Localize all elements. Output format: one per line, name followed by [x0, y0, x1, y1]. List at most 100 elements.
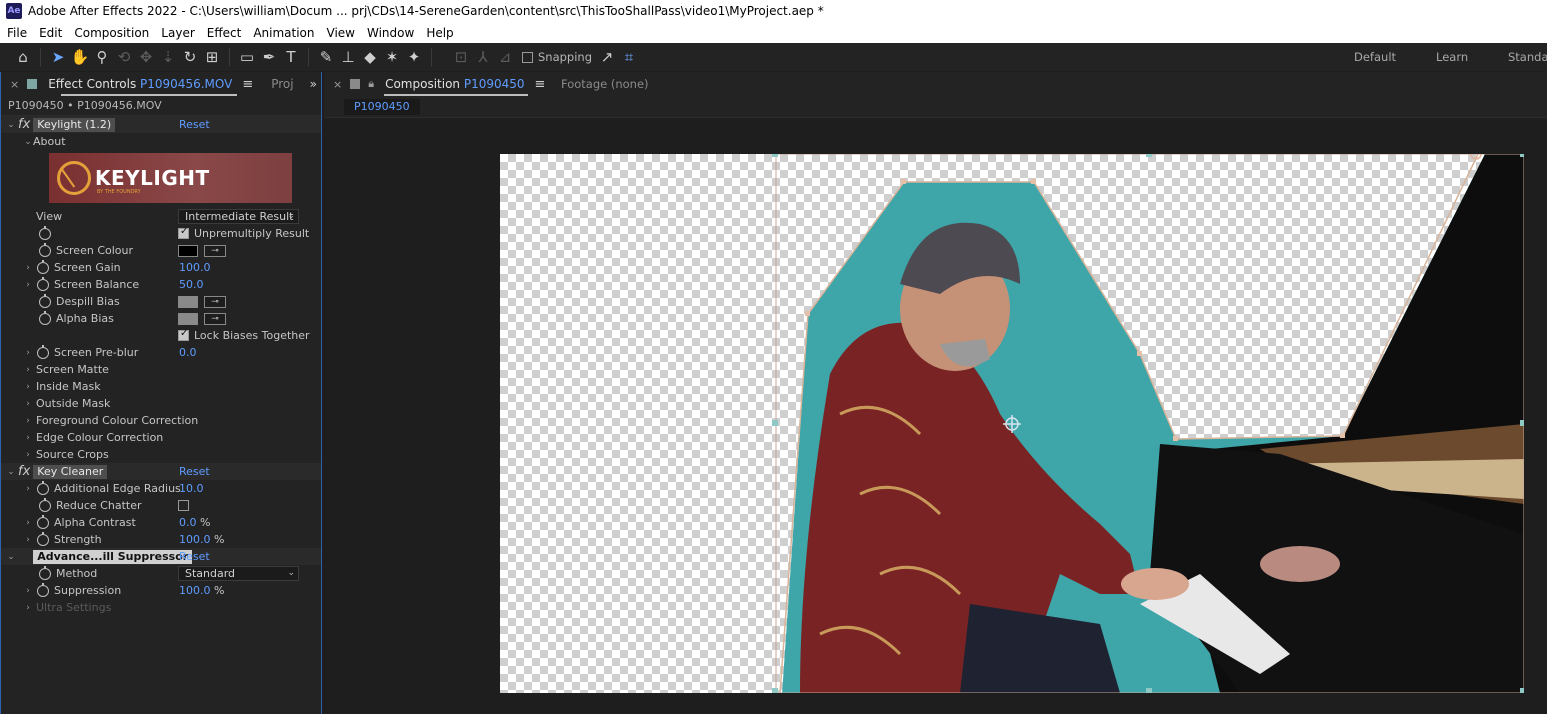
reduce-chatter-checkbox-field[interactable]	[178, 500, 194, 511]
stopwatch-icon[interactable]	[37, 531, 49, 546]
menu-edit[interactable]: Edit	[33, 26, 68, 40]
mask-vertex[interactable]	[1340, 433, 1345, 438]
stopwatch-icon[interactable]	[37, 259, 49, 274]
composition-viewer[interactable]	[500, 154, 1524, 693]
menu-help[interactable]: Help	[420, 26, 459, 40]
reduce-chatter-checkbox[interactable]	[178, 500, 189, 511]
rotation-tool-icon[interactable]: ↻	[179, 46, 201, 68]
view-axis-icon[interactable]: ⊿	[494, 46, 516, 68]
screen-gain-value[interactable]: 100.0	[179, 261, 211, 274]
alpha-bias-swatch[interactable]	[178, 312, 198, 325]
alpha-contrast-value[interactable]: 0.0	[179, 516, 197, 529]
fx-toggle-icon[interactable]: fx	[18, 464, 30, 479]
menu-layer[interactable]: Layer	[155, 26, 200, 40]
strength-value[interactable]: 100.0	[179, 533, 211, 546]
orbit-camera-icon[interactable]: ⟲	[113, 46, 135, 68]
roto-brush-tool-icon[interactable]: ✶	[381, 46, 403, 68]
expand-chevron-icon[interactable]: ›	[23, 433, 33, 443]
expand-chevron-icon[interactable]: ›	[23, 535, 33, 545]
stopwatch-icon[interactable]	[37, 344, 49, 359]
close-tab-icon[interactable]: ×	[333, 78, 342, 91]
layer-handle-middle-left[interactable]	[772, 420, 778, 426]
fx-toggle-icon[interactable]: fx	[18, 117, 30, 132]
screen-colour-swatch[interactable]	[178, 244, 198, 257]
additional-edge-radius-value[interactable]: 10.0	[179, 482, 204, 495]
tab-effect-controls[interactable]: Effect Controls P1090456.MOV	[48, 77, 232, 91]
group-screen-matte[interactable]: › Screen Matte	[1, 361, 321, 378]
group-edge-colour-correction[interactable]: › Edge Colour Correction	[1, 429, 321, 446]
workspace-default[interactable]: Default	[1354, 43, 1396, 71]
collapse-chevron-icon[interactable]: ⌄	[6, 552, 16, 562]
stopwatch-icon[interactable]	[39, 497, 51, 512]
eyedropper-icon[interactable]: ⊸	[204, 244, 226, 257]
view-dropdown[interactable]: Intermediate Result ⌄	[178, 209, 299, 224]
mask-vertex[interactable]	[805, 311, 810, 316]
layer-handle-top-left[interactable]	[772, 154, 778, 157]
expand-chevron-icon[interactable]: ›	[23, 450, 33, 460]
mask-vertex[interactable]	[1173, 436, 1178, 441]
strength-value-field[interactable]: 100.0 %	[179, 533, 224, 546]
layer-handle-top-right[interactable]	[1520, 154, 1524, 157]
reset-spill-suppressor-button[interactable]: Reset	[179, 550, 210, 563]
group-source-crops[interactable]: › Source Crops	[1, 446, 321, 463]
comp-breadcrumb-chip[interactable]: P1090450	[344, 98, 420, 115]
alpha-contrast-value-field[interactable]: 0.0 %	[179, 516, 210, 529]
workspace-learn[interactable]: Learn	[1436, 43, 1468, 71]
suppression-value[interactable]: 100.0	[179, 584, 211, 597]
workspace-standard[interactable]: Standar	[1508, 43, 1547, 71]
mask-vertex[interactable]	[1031, 179, 1036, 184]
stopwatch-icon[interactable]	[37, 276, 49, 291]
unpremultiply-checkbox-field[interactable]: Unpremultiply Result	[178, 226, 309, 240]
layer-handle-bottom-center[interactable]	[1146, 688, 1152, 693]
suppression-value-field[interactable]: 100.0 %	[179, 584, 224, 597]
stopwatch-icon[interactable]	[37, 582, 49, 597]
pan-behind-tool-icon[interactable]: ⊞	[201, 46, 223, 68]
menu-composition[interactable]: Composition	[68, 26, 155, 40]
mask-vertex[interactable]	[901, 179, 906, 184]
puppet-pin-tool-icon[interactable]: ✦	[403, 46, 425, 68]
snap-edge-icon[interactable]: ↗	[596, 46, 618, 68]
rectangle-tool-icon[interactable]: ▭	[236, 46, 258, 68]
stopwatch-icon[interactable]	[37, 514, 49, 529]
home-icon[interactable]: ⌂	[12, 46, 34, 68]
expand-chevron-icon[interactable]: ›	[23, 586, 33, 596]
expand-chevron-icon[interactable]: ›	[23, 348, 33, 358]
expand-chevron-icon[interactable]: ›	[23, 484, 33, 494]
lock-biases-checkbox[interactable]	[178, 328, 189, 341]
stopwatch-icon[interactable]	[39, 225, 51, 240]
screen-preblur-value[interactable]: 0.0	[179, 346, 197, 359]
expand-chevron-icon[interactable]: ›	[23, 365, 33, 375]
close-tab-icon[interactable]: ×	[10, 78, 19, 91]
menu-view[interactable]: View	[321, 26, 361, 40]
effect-header-spill-suppressor[interactable]: ⌄ fx Advance...ill Suppressor Reset	[1, 548, 321, 565]
despill-bias-swatch[interactable]	[178, 295, 198, 308]
pan-camera-icon[interactable]: ✥	[135, 46, 157, 68]
brush-tool-icon[interactable]: ✎	[315, 46, 337, 68]
panel-menu-icon[interactable]: ≡	[535, 77, 546, 92]
more-tabs-chevron-icon[interactable]: »	[310, 77, 317, 91]
tab-footage[interactable]: Footage (none)	[561, 77, 649, 91]
menu-animation[interactable]: Animation	[247, 26, 320, 40]
hand-tool-icon[interactable]: ✋	[69, 46, 91, 68]
tab-project[interactable]: Proj	[271, 77, 293, 91]
local-axis-icon[interactable]: ⊡	[450, 46, 472, 68]
eyedropper-icon[interactable]: ⊸	[204, 295, 226, 308]
about-group[interactable]: ⌄ About	[1, 133, 321, 150]
stopwatch-icon[interactable]	[39, 293, 51, 308]
layer-handle-bottom-left[interactable]	[772, 688, 778, 693]
expand-chevron-icon[interactable]: ›	[23, 518, 33, 528]
group-ultra-settings[interactable]: › Ultra Settings	[1, 599, 321, 616]
dolly-camera-icon[interactable]: ⇣	[157, 46, 179, 68]
collapse-chevron-icon[interactable]: ⌄	[6, 120, 16, 130]
eyedropper-icon[interactable]: ⊸	[204, 312, 226, 325]
expand-chevron-icon[interactable]: ›	[23, 280, 33, 290]
expand-chevron-icon[interactable]: ›	[23, 416, 33, 426]
expand-chevron-icon[interactable]: ›	[23, 399, 33, 409]
layer-handle-bottom-right[interactable]	[1520, 688, 1524, 693]
stopwatch-icon[interactable]	[39, 310, 51, 325]
mask-vertex[interactable]	[1137, 351, 1142, 356]
lock-icon[interactable]: 🔒︎	[368, 77, 374, 91]
type-tool-icon[interactable]: T	[280, 46, 302, 68]
tab-composition[interactable]: Composition P1090450	[385, 77, 524, 91]
menu-effect[interactable]: Effect	[201, 26, 248, 40]
